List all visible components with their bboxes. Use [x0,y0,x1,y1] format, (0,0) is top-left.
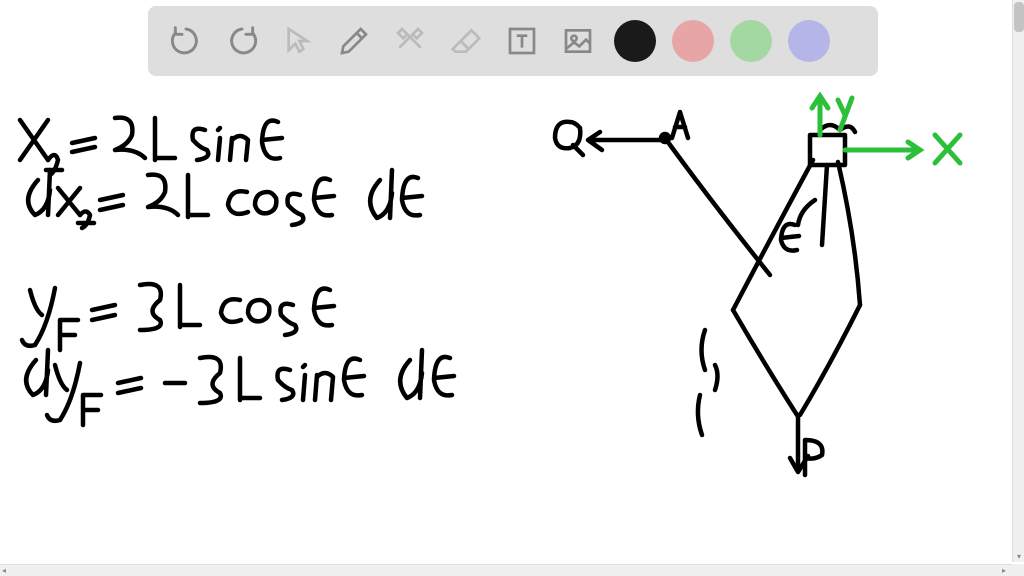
scroll-left-arrow[interactable]: ◂ [2,566,10,574]
equation-dxa [28,170,422,228]
drawing-toolbar [148,6,878,76]
color-purple[interactable] [788,20,830,62]
color-red[interactable] [672,20,714,62]
pencil-tool[interactable] [334,21,374,61]
image-tool[interactable] [558,21,598,61]
pointer-tool[interactable] [278,21,318,61]
color-black[interactable] [614,20,656,62]
scroll-right-arrow[interactable]: ▸ [1002,566,1010,574]
undo-button[interactable] [166,21,206,61]
tools-button[interactable] [390,21,430,61]
vertical-scrollbar[interactable]: ▾ [1012,0,1024,562]
scroll-down-arrow[interactable]: ▾ [1015,552,1023,560]
canvas-area[interactable]: X_A = 2L sin θ dx_A = 2L cos θ dθ y_F = … [0,0,1012,564]
diagram [555,112,860,475]
eraser-tool[interactable] [446,21,486,61]
handwriting-layer [0,0,1012,564]
color-green[interactable] [730,20,772,62]
axes [812,96,960,163]
equation-yf [22,284,334,350]
horizontal-scrollbar[interactable]: ◂ ▸ [0,564,1012,576]
vertical-scroll-thumb[interactable] [1014,2,1024,32]
equation-xa [20,118,282,175]
scroll-corner [1012,564,1024,576]
redo-button[interactable] [222,21,262,61]
equation-dyf [26,350,454,425]
text-tool[interactable] [502,21,542,61]
